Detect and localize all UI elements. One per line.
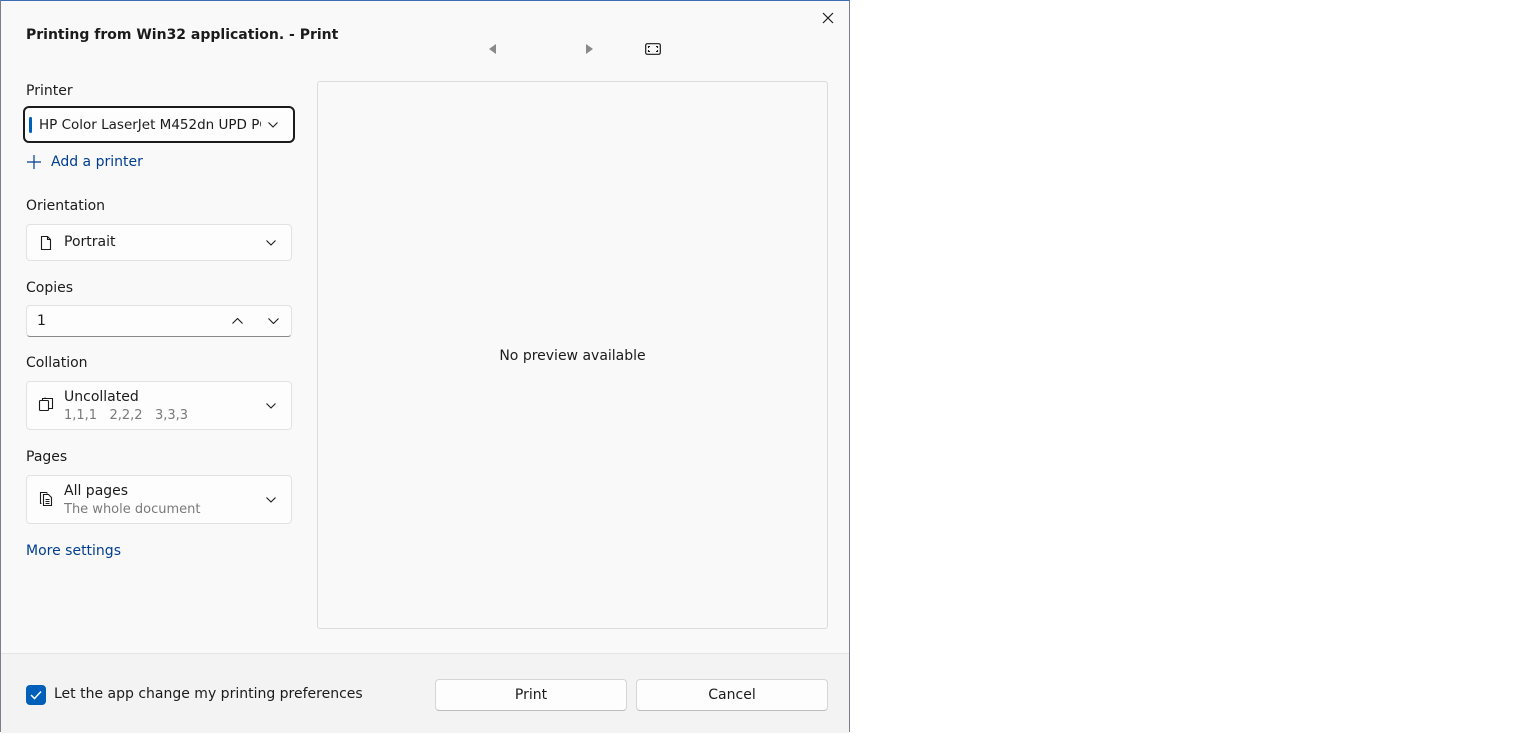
chevron-down-icon [268,121,278,128]
print-dialog: Printing from Win32 application. - Print… [0,0,850,733]
pages-label: Pages [26,449,68,465]
plus-icon [27,155,41,169]
chevron-down-icon [266,239,276,246]
print-preview-pane: No preview available [317,81,828,629]
checkmark-icon [30,690,42,700]
pages-chevron [265,496,277,504]
add-printer-label: Add a printer [51,154,143,170]
chevron-down-icon [267,318,279,324]
dialog-title: Printing from Win32 application. - Print [26,27,339,43]
page-icon [40,235,52,251]
triangle-right-icon [586,44,593,54]
add-printer-link[interactable]: Add a printer [26,154,143,170]
chevron-down-icon [266,496,276,503]
close-button[interactable] [813,5,843,31]
pages-dropdown[interactable]: All pages The whole document [26,475,292,524]
print-button[interactable]: Print [435,679,627,711]
collation-selected-value: Uncollated [64,389,139,405]
orientation-dropdown[interactable]: Portrait [26,224,292,261]
fit-to-screen-icon [645,43,661,55]
fit-page-button[interactable] [643,39,663,59]
dialog-footer: Let the app change my printing preferenc… [1,653,849,733]
printer-chevron [267,121,279,129]
orientation-selected-value: Portrait [64,234,116,250]
pages-description: The whole document [64,502,201,517]
more-settings-link[interactable]: More settings [26,543,121,559]
printer-selected-value: HP Color LaserJet M452dn UPD PCL 6 [39,117,261,133]
chevron-up-icon [231,318,243,324]
close-icon [822,12,834,24]
copies-decrement-button[interactable] [263,312,283,330]
next-page-button[interactable] [579,39,599,59]
collation-description: 1,1,1 2,2,2 3,3,3 [64,408,189,423]
focus-accent [29,117,32,133]
orientation-chevron [265,239,277,247]
cancel-button[interactable]: Cancel [636,679,828,711]
orientation-label: Orientation [26,198,106,214]
preview-message: No preview available [499,348,646,364]
printer-label: Printer [26,83,73,99]
copies-increment-button[interactable] [227,312,247,330]
collation-icon [38,397,54,412]
collation-dropdown[interactable]: Uncollated 1,1,1 2,2,2 3,3,3 [26,381,292,430]
collation-chevron [265,402,277,410]
chevron-down-icon [266,402,276,409]
printer-dropdown[interactable]: HP Color LaserJet M452dn UPD PCL 6 [23,106,295,143]
app-preferences-checkbox[interactable] [26,685,46,705]
app-preferences-label: Let the app change my printing preferenc… [54,686,363,702]
triangle-left-icon [489,44,496,54]
copies-stepper[interactable]: 1 [26,305,292,337]
previous-page-button[interactable] [483,39,503,59]
copies-label: Copies [26,280,74,296]
collation-label: Collation [26,355,88,371]
pages-selected-value: All pages [64,483,129,499]
pages-stack-icon [39,491,53,507]
copies-value: 1 [37,313,46,329]
